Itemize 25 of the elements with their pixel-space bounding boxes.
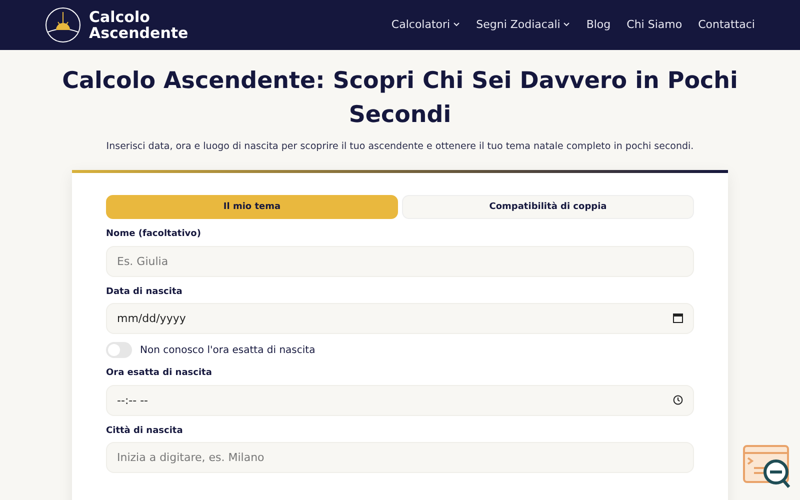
calendar-icon[interactable] [673,313,683,324]
tab[interactable]: Compatibilità di coppia [402,195,694,220]
toggle-switch[interactable] [106,342,132,358]
toggle-label: Non conosco l'ora esatta di nascita [140,344,316,358]
nav-link[interactable]: Segni Zodiacali [476,16,570,34]
logo-icon [45,7,81,43]
brand-name[interactable]: Ascendente [89,25,188,41]
nav-link[interactable]: Calcolatori [391,16,460,34]
nav-link[interactable]: Chi Siamo [626,16,682,34]
nav-link[interactable]: Blog [586,16,611,34]
field-label: Ora esatta di nascita [106,367,213,380]
date-field[interactable]: mm/dd/yyyy [106,303,694,334]
clock-icon[interactable] [673,394,683,405]
input-field[interactable]: Inizia a digitare, es. Milano [106,442,694,474]
page-title: Calcolo Ascendente: Scopri Chi Sei Davvero in Pochi Secondi [61,67,739,130]
search-window-icon[interactable] [742,444,792,490]
input-field[interactable]: Es. Giulia [106,246,694,277]
page-subtitle: Inserisci data, ora e luogo di nascita per scoprire il tuo ascendente e ottenere il tuo tema natale completo in pochi secondi. [105,140,695,154]
brand-name[interactable]: Calcolo [89,8,150,26]
time-field[interactable]: --:-- -- [106,384,694,416]
tab[interactable]: Il mio tema [106,195,398,220]
field-label: Nome (facoltativo) [106,228,202,242]
nav-link[interactable]: Contattaci [698,16,755,34]
field-label: Data di nascita [106,286,184,299]
field-label: Città di nascita [106,424,184,438]
